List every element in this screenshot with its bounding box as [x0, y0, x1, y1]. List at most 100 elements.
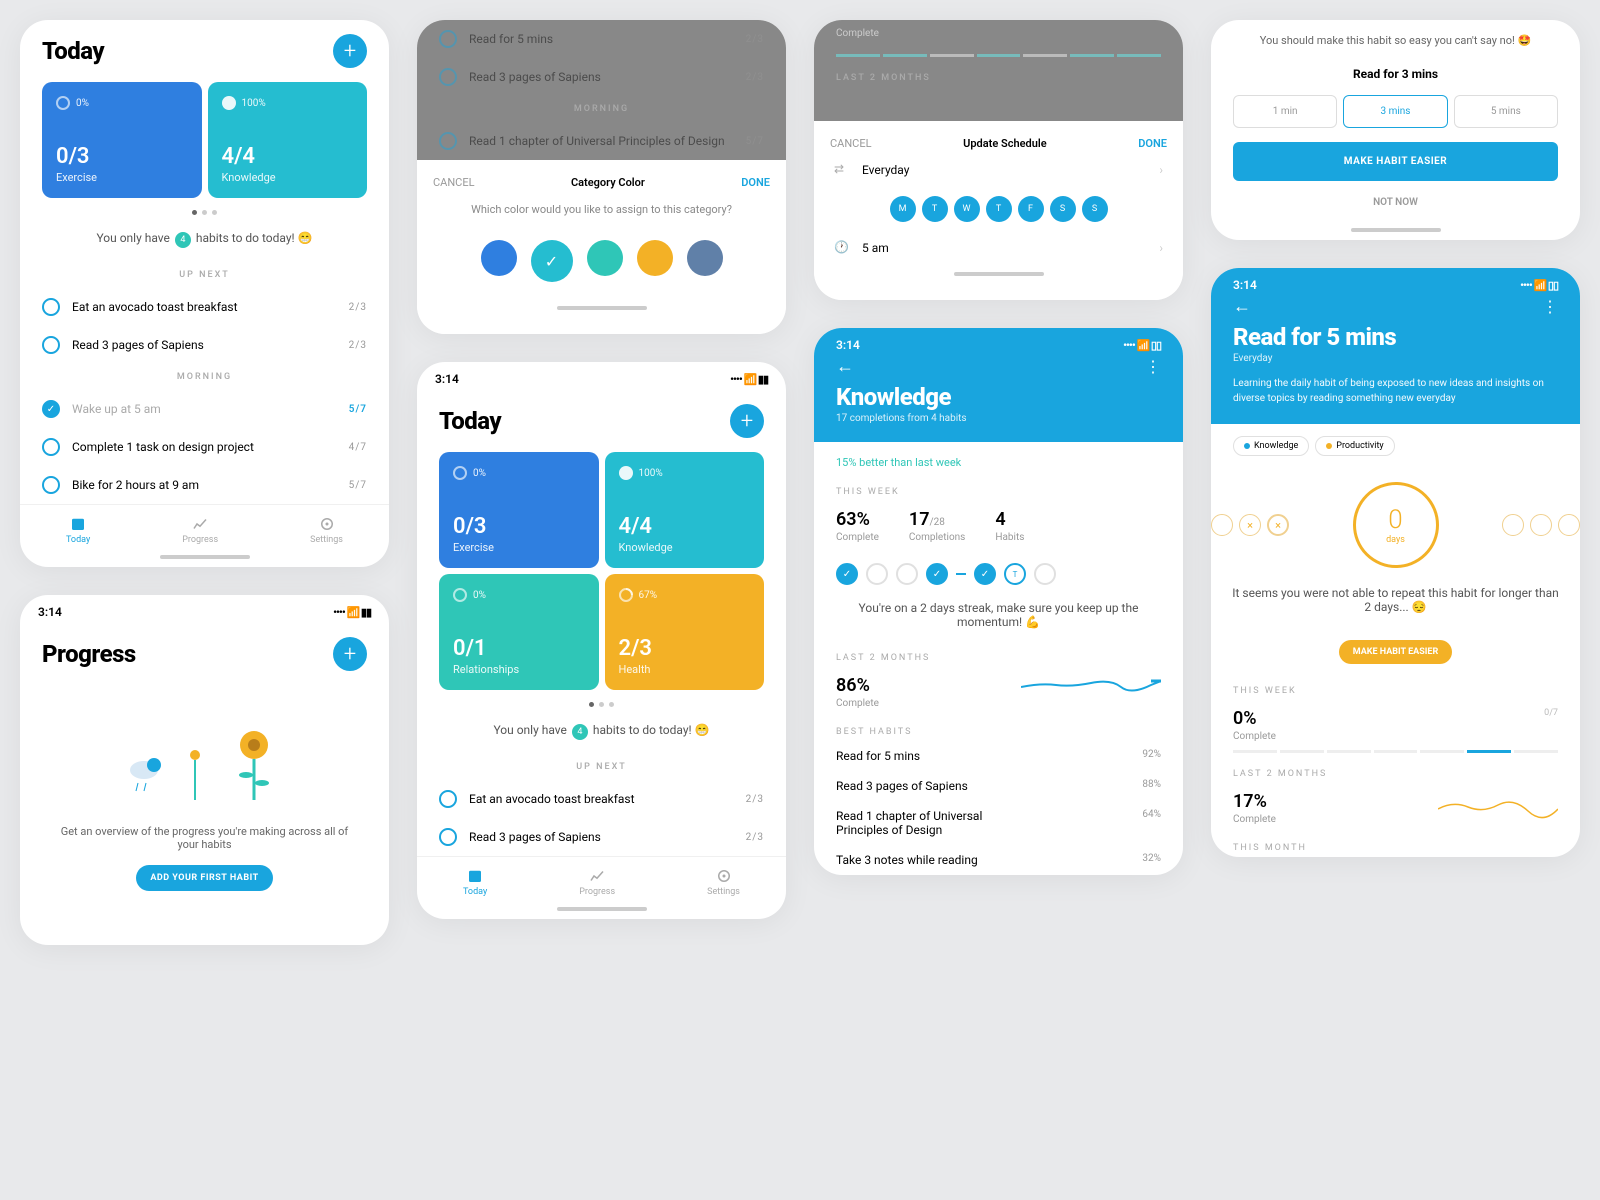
- circle-icon: [42, 438, 60, 456]
- clock-icon: 🕐: [834, 240, 850, 256]
- streak-circles: ×× 0days: [1211, 468, 1580, 582]
- section-morning: MORNING: [20, 364, 389, 390]
- day-chip[interactable]: T: [922, 196, 948, 222]
- day-chip[interactable]: W: [954, 196, 980, 222]
- add-button[interactable]: +: [333, 637, 367, 671]
- not-now-button[interactable]: NOT NOW: [1211, 181, 1580, 224]
- progress-ring-icon: [56, 96, 70, 110]
- tab-today[interactable]: Today: [66, 515, 90, 545]
- habit-row[interactable]: Read 3 pages of Sapiens2/3: [417, 818, 786, 856]
- habit-row[interactable]: Read 3 pages of Sapiens2/3: [20, 326, 389, 364]
- habit-row[interactable]: Eat an avocado toast breakfast2/3: [417, 780, 786, 818]
- category-card-exercise[interactable]: 0% 0/3Exercise: [42, 82, 202, 198]
- habit-row[interactable]: Eat an avocado toast breakfast2/3: [20, 288, 389, 326]
- time-row[interactable]: 🕐5 am›: [830, 228, 1167, 268]
- color-option[interactable]: [481, 240, 517, 276]
- category-tag[interactable]: Productivity: [1315, 436, 1394, 456]
- day-chip[interactable]: T: [986, 196, 1012, 222]
- best-habit-row[interactable]: Take 3 notes while reading32%: [814, 845, 1183, 875]
- home-indicator: [557, 306, 647, 310]
- circle-icon: [42, 476, 60, 494]
- status-icons: •••• 📶 ▮▮: [333, 606, 371, 619]
- color-option[interactable]: [687, 240, 723, 276]
- best-habit-row[interactable]: Read for 5 mins92%: [814, 741, 1183, 771]
- tab-settings[interactable]: Settings: [310, 515, 343, 545]
- cancel-button[interactable]: CANCEL: [433, 176, 475, 189]
- category-tag[interactable]: Knowledge: [1233, 436, 1309, 456]
- habit-row[interactable]: Complete 1 task on design project4/7: [20, 428, 389, 466]
- best-habit-row[interactable]: Read 3 pages of Sapiens88%: [814, 771, 1183, 801]
- mini-bars: [836, 45, 1161, 65]
- screen-today-compact: Today + 0% 0/3Exercise ✓100% 4/4Knowledg…: [20, 20, 389, 567]
- back-icon[interactable]: ←: [1233, 296, 1251, 317]
- habit-row[interactable]: Bike for 2 hours at 9 am5/7: [20, 466, 389, 504]
- chart-icon: [191, 515, 209, 533]
- page-dots: [20, 198, 389, 227]
- day-chip[interactable]: F: [1018, 196, 1044, 222]
- duration-option[interactable]: 1 min: [1233, 95, 1337, 128]
- check-icon: ✓: [222, 96, 236, 110]
- add-button[interactable]: +: [333, 34, 367, 68]
- today-icon: [69, 515, 87, 533]
- encourage-text: You only have 4 habits to do today! 😁: [20, 227, 389, 262]
- screen-knowledge: 3:14•••• 📶 ▯▯ ←⋮ Knowledge 17 completion…: [814, 328, 1183, 875]
- screen-today-full: 3:14•••• 📶 ▮▮ Today + 0%0/3Exercise ✓100…: [417, 362, 786, 919]
- home-indicator: [1351, 228, 1441, 232]
- stat: 4Habits: [995, 509, 1024, 543]
- frequency-row[interactable]: ⇄Everyday›: [830, 150, 1167, 190]
- duration-option[interactable]: 5 mins: [1454, 95, 1558, 128]
- day-chip[interactable]: S: [1082, 196, 1108, 222]
- tab-settings[interactable]: Settings: [707, 867, 740, 897]
- day-chip[interactable]: M: [890, 196, 916, 222]
- back-icon[interactable]: ←: [836, 356, 854, 377]
- color-option[interactable]: [587, 240, 623, 276]
- tab-progress[interactable]: Progress: [579, 867, 615, 897]
- add-first-habit-button[interactable]: ADD YOUR FIRST HABIT: [136, 865, 272, 891]
- sheet-title: Update Schedule: [963, 137, 1046, 150]
- category-card[interactable]: 0%0/3Exercise: [439, 452, 599, 568]
- tab-progress[interactable]: Progress: [182, 515, 218, 545]
- color-option[interactable]: [637, 240, 673, 276]
- day-chip[interactable]: S: [1050, 196, 1076, 222]
- days-counter: 0days: [1353, 482, 1439, 568]
- status-time: 3:14: [435, 372, 459, 386]
- circle-icon: [42, 298, 60, 316]
- habit-description: Learning the daily habit of being expose…: [1233, 376, 1558, 406]
- cancel-button[interactable]: CANCEL: [830, 137, 872, 150]
- category-card[interactable]: 67%2/3Health: [605, 574, 765, 690]
- schedule-sheet: CANCEL Update Schedule DONE ⇄Everyday› M T…: [814, 121, 1183, 300]
- category-card[interactable]: 0%0/1Relationships: [439, 574, 599, 690]
- done-button[interactable]: DONE: [1138, 137, 1167, 150]
- stat: 63%Complete: [836, 509, 879, 543]
- duration-option-selected[interactable]: 3 mins: [1343, 95, 1447, 128]
- more-icon[interactable]: ⋮: [1145, 357, 1161, 376]
- tab-bar: Today Progress Settings: [20, 504, 389, 551]
- add-button[interactable]: +: [730, 404, 764, 438]
- done-button[interactable]: DONE: [741, 176, 770, 189]
- screen-schedule-modal: Complete LAST 2 MONTHS CANCELUpdate Sche…: [814, 20, 1183, 300]
- color-sheet: CANCELCategory ColorDONE Which color wou…: [417, 160, 786, 334]
- home-indicator: [557, 907, 647, 911]
- habit-row: Read 3 pages of Sapiens2/3: [417, 58, 786, 96]
- page-title: Read for 5 mins: [1233, 323, 1558, 351]
- category-card[interactable]: ✓100%4/4Knowledge: [605, 452, 765, 568]
- make-easier-button[interactable]: MAKE HABIT EASIER: [1233, 142, 1558, 181]
- home-indicator: [954, 272, 1044, 276]
- subtitle: 17 completions from 4 habits: [836, 413, 1161, 424]
- screen-habit-detail: 3:14•••• 📶 ▯▯ ←⋮ Read for 5 mins Everyda…: [1211, 268, 1580, 857]
- streak-message: You're on a 2 days streak, make sure you…: [814, 597, 1183, 643]
- sunflower-icon: [224, 725, 284, 805]
- page-title: Today: [439, 407, 501, 435]
- best-habit-row[interactable]: Read 1 chapter of Universal Principles o…: [814, 801, 1183, 845]
- sparkline-icon: [1021, 675, 1161, 705]
- habit-row[interactable]: ✓Wake up at 5 am5/7: [20, 390, 389, 428]
- fail-message: It seems you were not able to repeat thi…: [1211, 582, 1580, 628]
- chevron-right-icon: ›: [1159, 241, 1163, 255]
- color-option-selected[interactable]: ✓: [531, 240, 573, 282]
- easier-title: Read for 3 mins: [1211, 59, 1580, 95]
- tab-today[interactable]: Today: [463, 867, 487, 897]
- more-icon[interactable]: ⋮: [1542, 297, 1558, 316]
- category-card-knowledge[interactable]: ✓100% 4/4Knowledge: [208, 82, 368, 198]
- screen-color-modal: Read for 5 mins2/3 Read 3 pages of Sapie…: [417, 20, 786, 334]
- make-easier-button[interactable]: MAKE HABIT EASIER: [1339, 640, 1452, 664]
